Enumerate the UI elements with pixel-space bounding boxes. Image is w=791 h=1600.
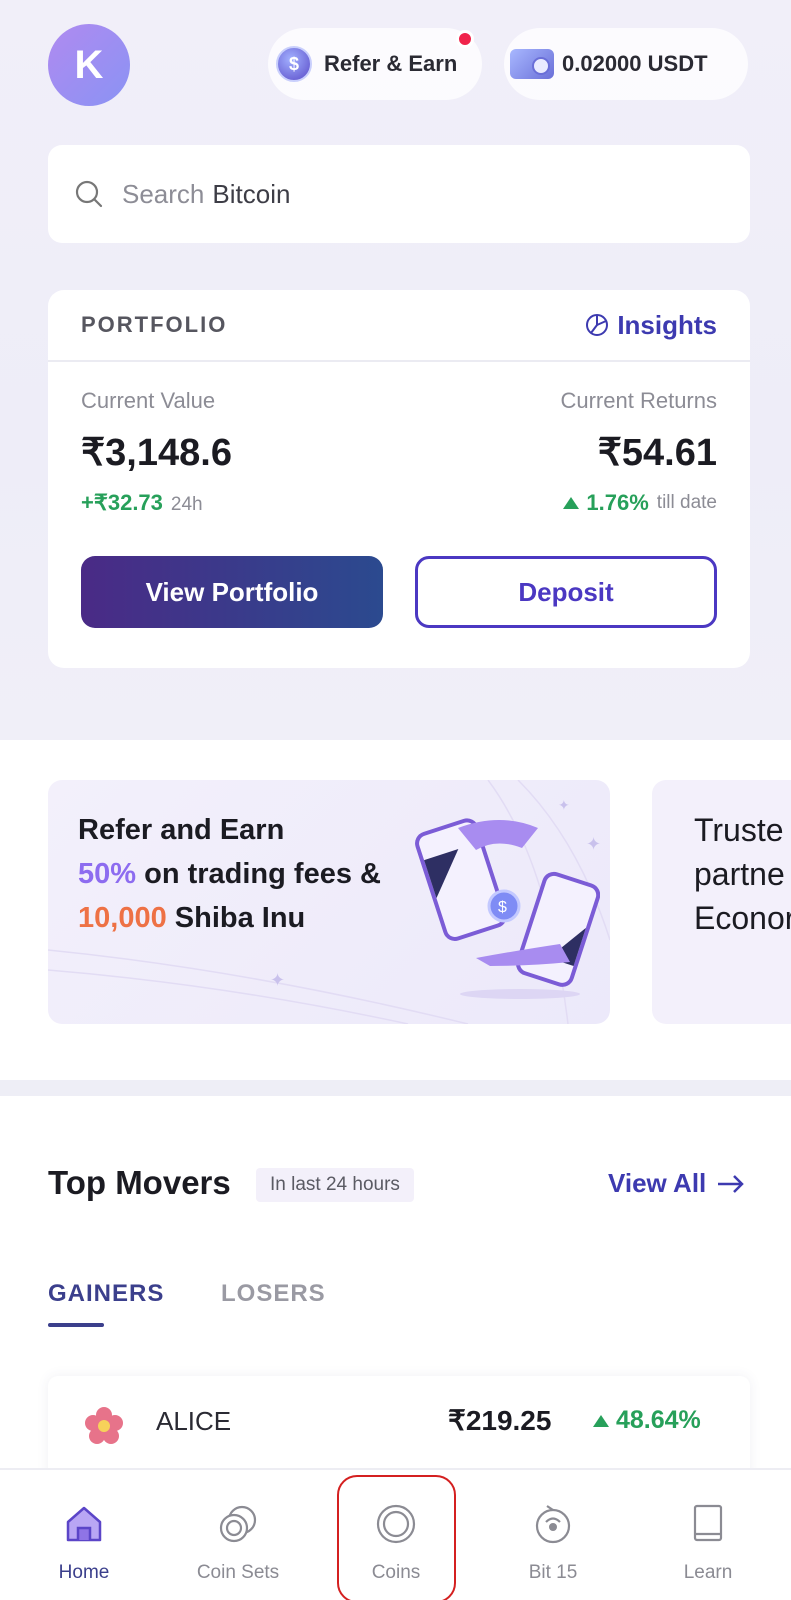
coin-sets-icon [214,1500,262,1548]
avatar[interactable]: K [48,24,130,106]
current-value-label: Current Value [81,388,216,413]
banner-line-3-rest: Shiba Inu [166,902,306,934]
nav-coin-sets-label: Coin Sets [196,1562,280,1583]
insights-label: Insights [617,309,717,340]
coin-change-value: 48.64% [616,1406,701,1434]
nav-bit15[interactable]: Bit 15 [478,1470,628,1600]
tab-underline [48,1323,104,1327]
view-portfolio-button[interactable]: View Portfolio [81,556,383,628]
list-item[interactable]: ALICE ₹219.25 48.64% [48,1376,750,1480]
coins-tab-highlight [337,1475,456,1600]
nav-learn-label: Learn [683,1562,733,1583]
returns-suffix: till date [656,492,717,513]
banner2-line-3: Econor [694,900,791,936]
deposit-button[interactable]: Deposit [415,556,717,628]
dollar-coin-icon: $ [276,46,312,82]
phones-illustration: $ [415,818,600,999]
banner2-text: Truste partne Econor [694,808,791,940]
wallet-icon [510,49,554,79]
banner-line-3: 10,000 Shiba Inu [78,896,381,940]
portfolio-header: PORTFOLIO Insights [48,290,750,362]
banner-line-3-highlight: 10,000 [78,902,167,934]
search-input[interactable]: Search Bitcoin [48,145,750,243]
search-placeholder: Search [122,178,205,209]
svg-text:✦: ✦ [270,970,285,990]
tab-losers[interactable]: LOSERS [221,1280,326,1308]
current-returns-label: Current Returns [560,388,717,413]
wallet-balance-button[interactable]: 0.02000 USDT [504,28,748,100]
refer-earn-button[interactable]: $ Refer & Earn [268,28,482,100]
returns-pct-value: 1.76% [586,490,649,515]
search-icon [75,180,103,208]
insights-link[interactable]: Insights [585,310,717,341]
current-value: ₹3,148.6 [81,432,232,474]
view-all-label: View All [608,1168,707,1198]
app-screen: K $ Refer & Earn 0.02000 USDT Search Bit… [0,0,791,1600]
alice-coin-icon [85,1407,123,1444]
notification-dot [456,30,474,48]
home-icon [60,1500,108,1548]
coin-price: ₹219.25 [448,1405,552,1436]
coin-change: 48.64% [592,1406,701,1435]
up-triangle-icon [593,1414,609,1427]
nav-learn[interactable]: Learn [633,1470,783,1600]
current-returns: ₹54.61 [597,432,717,474]
banner-line-2-rest: on trading fees & [136,858,381,890]
wallet-balance: 0.02000 USDT [562,51,708,76]
trusted-partner-banner[interactable]: Truste partne Econor [652,780,791,1024]
bit15-icon [529,1500,577,1548]
section-divider [0,1080,791,1096]
book-icon [684,1500,732,1548]
portfolio-title: PORTFOLIO [81,312,228,337]
nav-home-label: Home [58,1562,110,1583]
arrow-right-icon [718,1174,745,1193]
refer-earn-label: Refer & Earn [324,51,458,76]
nav-home[interactable]: Home [9,1470,159,1600]
banner-line-2-highlight: 50% [78,858,137,890]
change-24h: +₹32.73 24h [81,490,203,516]
banner2-line-1: Truste [694,812,784,848]
banner-line-1: Refer and Earn [78,814,285,846]
search-term: Bitcoin [212,178,291,209]
banner-line-2: 50% on trading fees & [78,852,381,896]
top-movers-tag: In last 24 hours [256,1168,414,1202]
banner2-line-2: partne [694,856,785,892]
up-triangle-icon [563,497,580,509]
tab-gainers[interactable]: GAINERS [48,1280,164,1308]
refer-earn-banner[interactable]: ✦ ✦ ✦ Refer and Earn 50% on trading fees… [48,780,610,1024]
svg-text:$: $ [498,899,507,916]
nav-bit15-label: Bit 15 [528,1562,578,1583]
portfolio-card: PORTFOLIO Insights Current Value Current… [48,290,750,668]
change-24h-value: +₹32.73 [81,490,163,515]
nav-coin-sets[interactable]: Coin Sets [163,1470,313,1600]
pie-chart-icon [586,314,609,336]
view-all-link[interactable]: View All [608,1168,746,1199]
returns-pct: 1.76% till date [562,490,717,516]
coin-name: ALICE [156,1406,232,1436]
change-24h-suffix: 24h [170,494,203,515]
top-movers-title: Top Movers [48,1164,231,1201]
banner-text: Refer and Earn 50% on trading fees & 10,… [78,808,381,940]
